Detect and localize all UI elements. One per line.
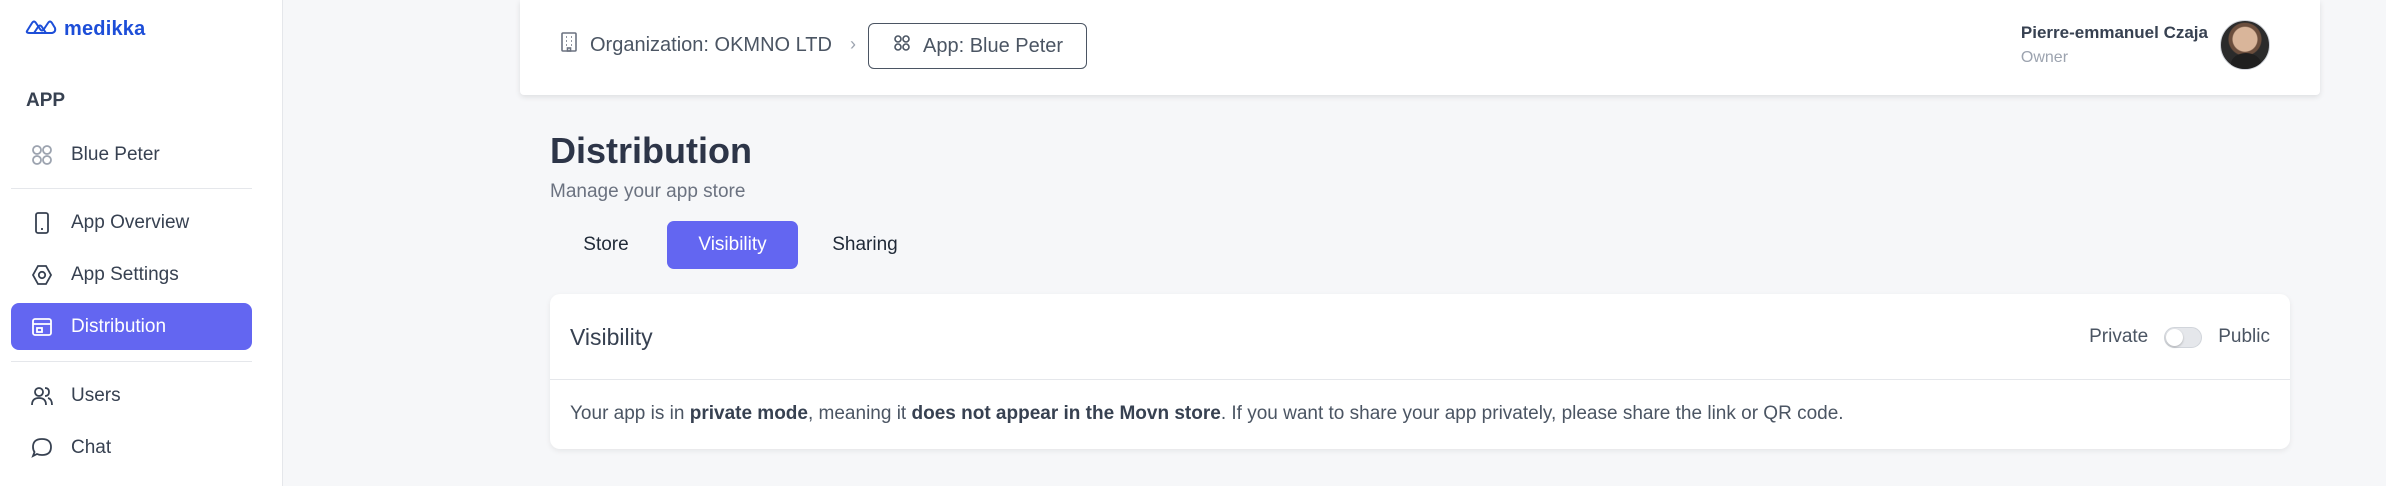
sidebar-item-label: Users [71,384,121,406]
visibility-toggle-group: Private Public [2089,326,2270,348]
visibility-card: Visibility Private Public Your app is in… [550,294,2290,449]
toggle-label-private: Private [2089,326,2149,347]
sidebar-item-label: Distribution [71,315,167,337]
chat-bubble-icon [29,435,55,461]
sidebar-item-users[interactable]: Users [11,372,252,419]
brand-logo[interactable]: medikka [24,18,145,41]
app-grid-icon [29,142,55,168]
breadcrumb-organization-label: Organization: OKMNO LTD [590,33,832,56]
building-icon [560,32,578,58]
sidebar-item-app-overview[interactable]: App Overview [11,199,252,246]
card-title: Visibility [570,324,653,350]
top-header: Organization: OKMNO LTD › App: Blue Pete… [520,0,2320,95]
user-name: Pierre-emmanuel Czaja [2020,23,2208,42]
sidebar-item-label: App Overview [71,211,190,233]
message-emphasis: does not appear in the Movn store [911,403,1221,424]
user-role: Owner [2020,49,2069,66]
app-grid-icon [893,34,911,58]
tab-store[interactable]: Store [560,221,652,269]
message-emphasis: private mode [689,403,808,424]
sidebar: medikka APP Blue Peter App Overview App … [0,0,283,486]
card-header: Visibility Private Public [550,294,2290,380]
sidebar-item-distribution[interactable]: Distribution [11,303,252,350]
breadcrumb-organization[interactable]: Organization: OKMNO LTD [560,32,832,58]
gear-icon [29,262,55,288]
brand-name: medikka [64,18,146,40]
users-icon [29,383,55,409]
sidebar-divider [11,188,252,189]
message-text: Your app is in [570,403,690,424]
avatar[interactable] [2220,20,2270,70]
sidebar-item-chat[interactable]: Chat [11,424,252,471]
breadcrumb-separator: › [850,34,856,54]
message-text: , meaning it [807,403,912,424]
tab-visibility[interactable]: Visibility [667,221,798,269]
sidebar-item-label: Blue Peter [71,143,160,165]
sidebar-section-label: APP [26,90,66,111]
page-subtitle: Manage your app store [550,181,746,202]
user-menu[interactable]: Pierre-emmanuel Czaja Owner [2021,20,2270,70]
message-text: . If you want to share your app privatel… [1220,403,1844,424]
sidebar-item-app-settings[interactable]: App Settings [11,251,252,298]
page-title: Distribution [550,130,752,171]
store-icon [29,314,55,340]
sidebar-divider [11,361,252,362]
phone-icon [29,210,55,236]
tab-sharing[interactable]: Sharing [815,221,915,269]
medikka-logo-icon [24,18,58,41]
breadcrumb-app[interactable]: App: Blue Peter [868,23,1087,69]
visibility-message: Your app is in private mode, meaning it … [570,403,1844,425]
user-info: Pierre-emmanuel Czaja Owner [2021,23,2208,67]
breadcrumb-app-label: App: Blue Peter [923,34,1064,57]
sidebar-item-app[interactable]: Blue Peter [11,131,252,178]
toggle-label-public: Public [2218,326,2270,347]
toggle-knob [2166,328,2184,346]
visibility-toggle[interactable] [2164,326,2203,348]
sidebar-item-label: App Settings [71,263,179,285]
sidebar-item-label: Chat [71,436,112,458]
